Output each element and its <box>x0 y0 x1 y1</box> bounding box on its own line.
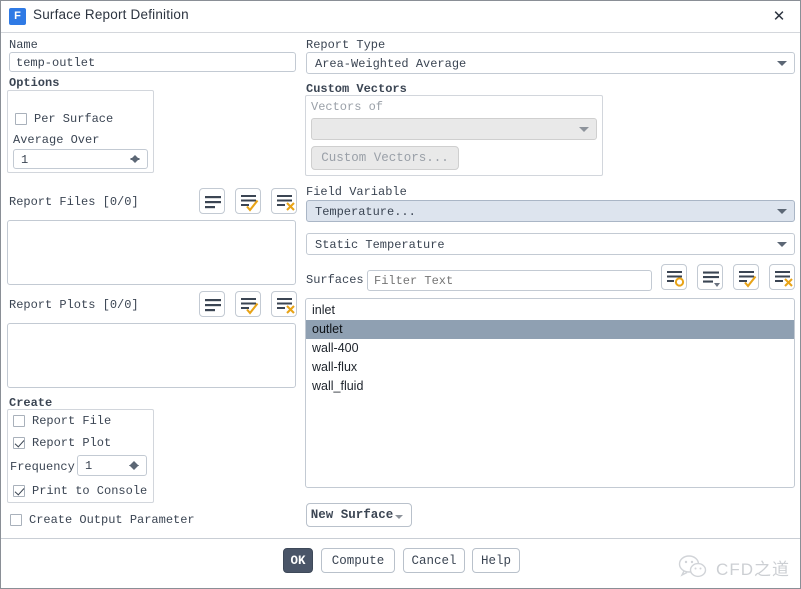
per-surface-label: Per Surface <box>34 112 114 126</box>
report-type-label: Report Type <box>306 38 386 52</box>
chevron-down-icon <box>395 515 403 519</box>
surfaces-select-all-button[interactable] <box>733 264 759 290</box>
name-label: Name <box>9 38 38 52</box>
surfaces-deselect-all-button[interactable] <box>769 264 795 290</box>
surfaces-list[interactable]: inlet outlet wall-400 wall-flux wall_fluid <box>305 298 795 488</box>
chevron-down-icon <box>777 242 787 247</box>
list-item[interactable]: inlet <box>306 301 794 320</box>
ok-button[interactable]: OK <box>283 548 313 573</box>
average-over-down-icon[interactable] <box>130 158 140 163</box>
create-output-parameter-label: Create Output Parameter <box>29 513 195 527</box>
report-files-list[interactable] <box>7 220 296 285</box>
surfaces-filter-options-button[interactable] <box>661 264 687 290</box>
report-plots-select-all-button[interactable] <box>235 291 261 317</box>
print-to-console-label: Print to Console <box>32 484 148 498</box>
new-surface-button[interactable]: New Surface <box>306 503 412 527</box>
frequency-down-icon[interactable] <box>129 465 139 470</box>
create-output-parameter-checkbox-row[interactable]: Create Output Parameter <box>10 513 195 527</box>
list-item[interactable]: wall-flux <box>306 358 794 377</box>
average-over-label: Average Over <box>13 133 100 147</box>
compute-button[interactable]: Compute <box>321 548 395 573</box>
create-output-parameter-checkbox[interactable] <box>10 514 22 526</box>
report-files-list-all-button[interactable] <box>199 188 225 214</box>
wechat-icon <box>678 555 707 578</box>
frequency-label: Frequency <box>10 460 75 474</box>
field-variable-label: Field Variable <box>306 185 407 199</box>
chevron-down-icon <box>579 127 589 132</box>
field-variable-value: Temperature... <box>315 205 416 219</box>
new-surface-label: New Surface <box>310 508 394 522</box>
print-to-console-checkbox-row[interactable]: Print to Console <box>13 484 147 498</box>
custom-vectors-button[interactable]: Custom Vectors... <box>311 146 459 170</box>
list-item[interactable]: outlet <box>306 320 794 339</box>
chevron-down-icon <box>777 61 787 66</box>
close-icon[interactable]: ✕ <box>764 5 794 29</box>
per-surface-checkbox[interactable] <box>15 113 27 125</box>
report-type-select[interactable]: Area-Weighted Average <box>306 52 795 74</box>
help-button[interactable]: Help <box>472 548 520 573</box>
average-over-value: 1 <box>21 153 29 167</box>
surfaces-label: Surfaces <box>306 273 364 287</box>
title-bar: F Surface Report Definition ✕ <box>1 1 800 32</box>
footer-divider <box>1 538 800 539</box>
report-file-label: Report File <box>32 414 112 428</box>
custom-vectors-label: Custom Vectors <box>306 82 407 96</box>
report-files-select-all-button[interactable] <box>235 188 261 214</box>
frequency-value: 1 <box>85 459 93 473</box>
window-title: Surface Report Definition <box>33 7 189 22</box>
watermark-text: CFD之道 <box>716 559 790 579</box>
report-plots-deselect-all-button[interactable] <box>271 291 297 317</box>
report-files-label: Report Files [0/0] <box>9 195 139 209</box>
report-plots-label: Report Plots [0/0] <box>9 298 139 312</box>
report-plot-checkbox-row[interactable]: Report Plot <box>13 436 111 450</box>
create-label: Create <box>9 396 53 410</box>
options-label: Options <box>9 76 60 90</box>
name-input[interactable]: temp-outlet <box>9 52 296 72</box>
field-variable-select[interactable]: Temperature... <box>306 200 795 222</box>
print-to-console-checkbox[interactable] <box>13 485 25 497</box>
average-over-stepper[interactable]: 1 <box>13 149 148 169</box>
frequency-stepper[interactable]: 1 <box>77 455 147 476</box>
surfaces-filter-input[interactable] <box>367 270 652 291</box>
report-plot-checkbox[interactable] <box>13 437 25 449</box>
watermark: CFD之道 <box>678 554 790 580</box>
surfaces-list-all-button[interactable] <box>697 264 723 290</box>
vectors-of-select[interactable] <box>311 118 597 140</box>
vectors-of-label: Vectors of <box>311 100 384 114</box>
report-type-value: Area-Weighted Average <box>315 57 467 71</box>
app-icon: F <box>9 8 26 25</box>
field-variable-sub-value: Static Temperature <box>315 238 445 252</box>
chevron-down-icon <box>777 209 787 214</box>
report-plot-label: Report Plot <box>32 436 112 450</box>
list-item[interactable]: wall_fluid <box>306 377 794 396</box>
field-variable-sub-select[interactable]: Static Temperature <box>306 233 795 255</box>
report-plots-list-all-button[interactable] <box>199 291 225 317</box>
cancel-button[interactable]: Cancel <box>403 548 465 573</box>
list-item[interactable]: wall-400 <box>306 339 794 358</box>
report-files-deselect-all-button[interactable] <box>271 188 297 214</box>
report-plots-list[interactable] <box>7 323 296 388</box>
dialog-window: F Surface Report Definition ✕ Name temp-… <box>0 0 801 589</box>
report-file-checkbox[interactable] <box>13 415 25 427</box>
per-surface-checkbox-row[interactable]: Per Surface <box>15 112 113 126</box>
title-divider <box>1 32 800 33</box>
report-file-checkbox-row[interactable]: Report File <box>13 414 111 428</box>
